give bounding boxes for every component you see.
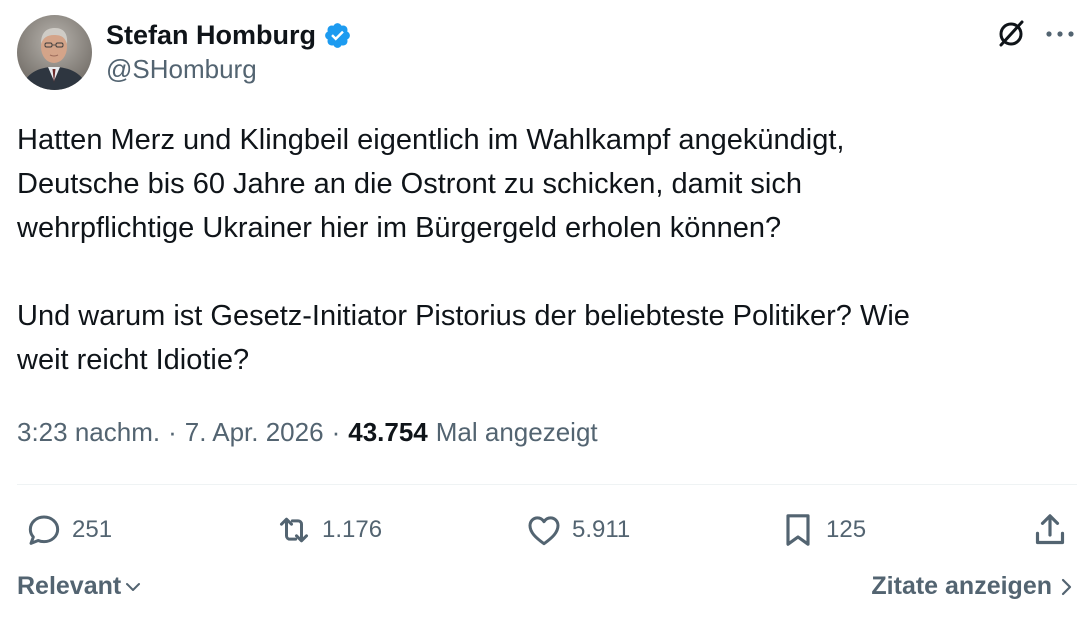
chevron-down-icon [126, 582, 141, 591]
share-button[interactable] [1030, 507, 1070, 553]
divider [17, 484, 1077, 485]
like-button[interactable]: 5.911 [524, 507, 630, 553]
author-name-row: Stefan Homburg [106, 17, 352, 53]
author-name[interactable]: Stefan Homburg [106, 20, 316, 51]
repost-count: 1.176 [322, 516, 383, 543]
repost-button[interactable]: 1.176 [274, 507, 382, 553]
more-icon[interactable] [1043, 24, 1077, 44]
avatar[interactable] [17, 15, 92, 90]
bookmark-icon [786, 514, 810, 546]
tweet-meta: 3:23 nachm. · 7. Apr. 2026 · 43.754 Mal … [17, 417, 598, 448]
quotes-label: Zitate anzeigen [871, 572, 1052, 600]
share-icon [1035, 514, 1065, 545]
repost-icon [280, 517, 308, 543]
bookmark-button[interactable]: 125 [778, 507, 866, 553]
sort-label: Relevant [17, 572, 122, 600]
reply-icon [28, 515, 60, 545]
views-count[interactable]: 43.754 [348, 417, 428, 448]
chevron-right-icon [1061, 578, 1072, 595]
view-quotes-link[interactable]: Zitate anzeigen [871, 572, 1074, 601]
reply-button[interactable]: 251 [24, 507, 112, 553]
meta-separator: · [168, 417, 177, 447]
avatar-image [17, 15, 92, 90]
like-icon [528, 516, 560, 546]
like-count: 5.911 [572, 516, 631, 543]
verified-badge-icon[interactable] [323, 21, 352, 50]
sort-dropdown[interactable]: Relevant [17, 572, 143, 601]
tweet-text: Hatten Merz und Klingbeil eigentlich im … [17, 124, 910, 376]
author-handle[interactable]: @SHomburg [106, 54, 257, 85]
meta-separator: · [331, 417, 341, 447]
reply-count: 251 [72, 516, 113, 543]
grok-icon[interactable] [995, 18, 1027, 50]
tweet-date[interactable]: 7. Apr. 2026 [185, 417, 324, 448]
views-label[interactable]: Mal angezeigt [436, 417, 598, 448]
tweet-time[interactable]: 3:23 nachm. [17, 417, 160, 448]
bookmark-count: 125 [826, 516, 867, 543]
